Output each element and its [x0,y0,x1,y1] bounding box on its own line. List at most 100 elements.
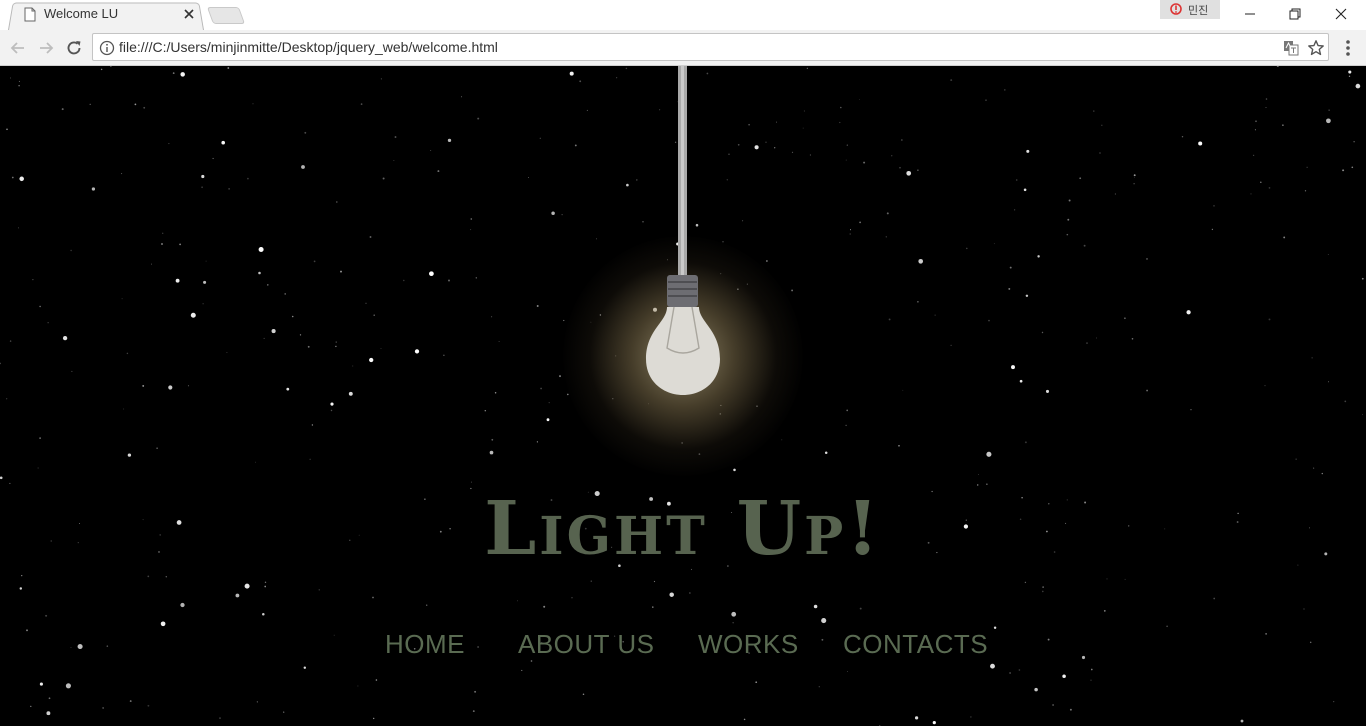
star [263,337,265,339]
minimize-button[interactable] [1227,0,1273,28]
forward-arrow-icon[interactable] [36,38,56,58]
star [849,233,851,235]
browser-toolbar: file:///C:/Users/minjinmitte/Desktop/jqu… [0,30,1366,66]
star [1342,169,1345,172]
star [540,387,542,390]
star [1014,209,1016,211]
star [335,341,337,343]
star [1041,331,1044,334]
star [898,444,900,447]
star [121,298,123,300]
close-window-button[interactable] [1318,0,1364,28]
star [1046,530,1048,533]
nav-contacts[interactable]: CONTACTS [843,629,988,660]
profile-sync-icon [1170,3,1182,15]
nav-works[interactable]: WORKS [698,629,799,660]
star [1128,525,1130,527]
star [357,685,359,687]
star [818,686,820,688]
restore-button[interactable] [1272,0,1318,28]
star [180,72,185,77]
star [1190,409,1192,411]
star [443,354,445,356]
star [1213,597,1216,600]
new-tab-button[interactable] [206,7,246,24]
star [380,78,382,80]
star [39,437,41,439]
star [498,341,500,342]
star [993,243,995,245]
star [781,439,783,441]
star [201,174,205,179]
star [48,697,51,700]
star [414,349,420,354]
star [9,77,12,79]
star [917,169,919,172]
nav-home[interactable]: HOME [385,629,465,660]
info-icon[interactable] [99,40,115,56]
translate-icon[interactable] [1283,40,1299,56]
star [244,583,250,589]
star [176,520,182,525]
star [429,271,434,277]
star [126,352,129,355]
star [765,141,767,143]
star [616,77,618,79]
star [6,128,8,131]
star [1023,188,1027,192]
back-arrow-icon[interactable] [8,38,28,58]
star [1099,152,1101,154]
star [886,212,889,215]
star [227,67,230,69]
star [543,605,546,608]
star [65,683,71,689]
profile-button[interactable]: 민진 [1160,0,1220,19]
bookmark-star-icon[interactable] [1307,39,1325,57]
star [470,481,472,483]
star [78,522,81,525]
star [1282,124,1284,126]
star [1019,518,1022,520]
star [77,542,79,544]
star [369,357,374,363]
star [102,707,104,709]
star [689,592,691,594]
star [1186,310,1191,315]
star [754,145,759,150]
star [1333,701,1335,703]
profile-name: 민진 [1188,5,1209,17]
star [732,622,734,624]
star [358,534,360,536]
star [372,596,374,599]
star [1093,110,1095,112]
star [966,247,968,250]
star [733,468,736,472]
star [71,370,73,372]
nav-about-us[interactable]: ABOUT US [518,629,654,660]
address-bar[interactable]: file:///C:/Users/minjinmitte/Desktop/jqu… [92,33,1329,61]
star [901,139,903,141]
star [39,305,41,308]
star [256,701,258,703]
star [1133,174,1136,177]
star [1306,166,1308,168]
reload-icon[interactable] [64,38,84,58]
light-bulb-icon[interactable] [636,66,730,398]
star [846,670,848,672]
main-nav: HOME ABOUT US WORKS CONTACTS [0,629,1366,669]
star [536,441,539,443]
star [143,106,146,109]
star [1004,89,1006,91]
star [162,232,164,234]
star [89,103,91,106]
star [403,279,405,282]
browser-tab-content[interactable]: Welcome LU [20,0,200,30]
kebab-menu-icon[interactable] [1340,38,1356,58]
page-icon [24,7,36,22]
star [484,409,487,412]
star [212,157,214,160]
star [1326,118,1331,124]
close-tab-icon[interactable] [182,7,196,21]
star [470,229,472,231]
star [264,581,267,584]
